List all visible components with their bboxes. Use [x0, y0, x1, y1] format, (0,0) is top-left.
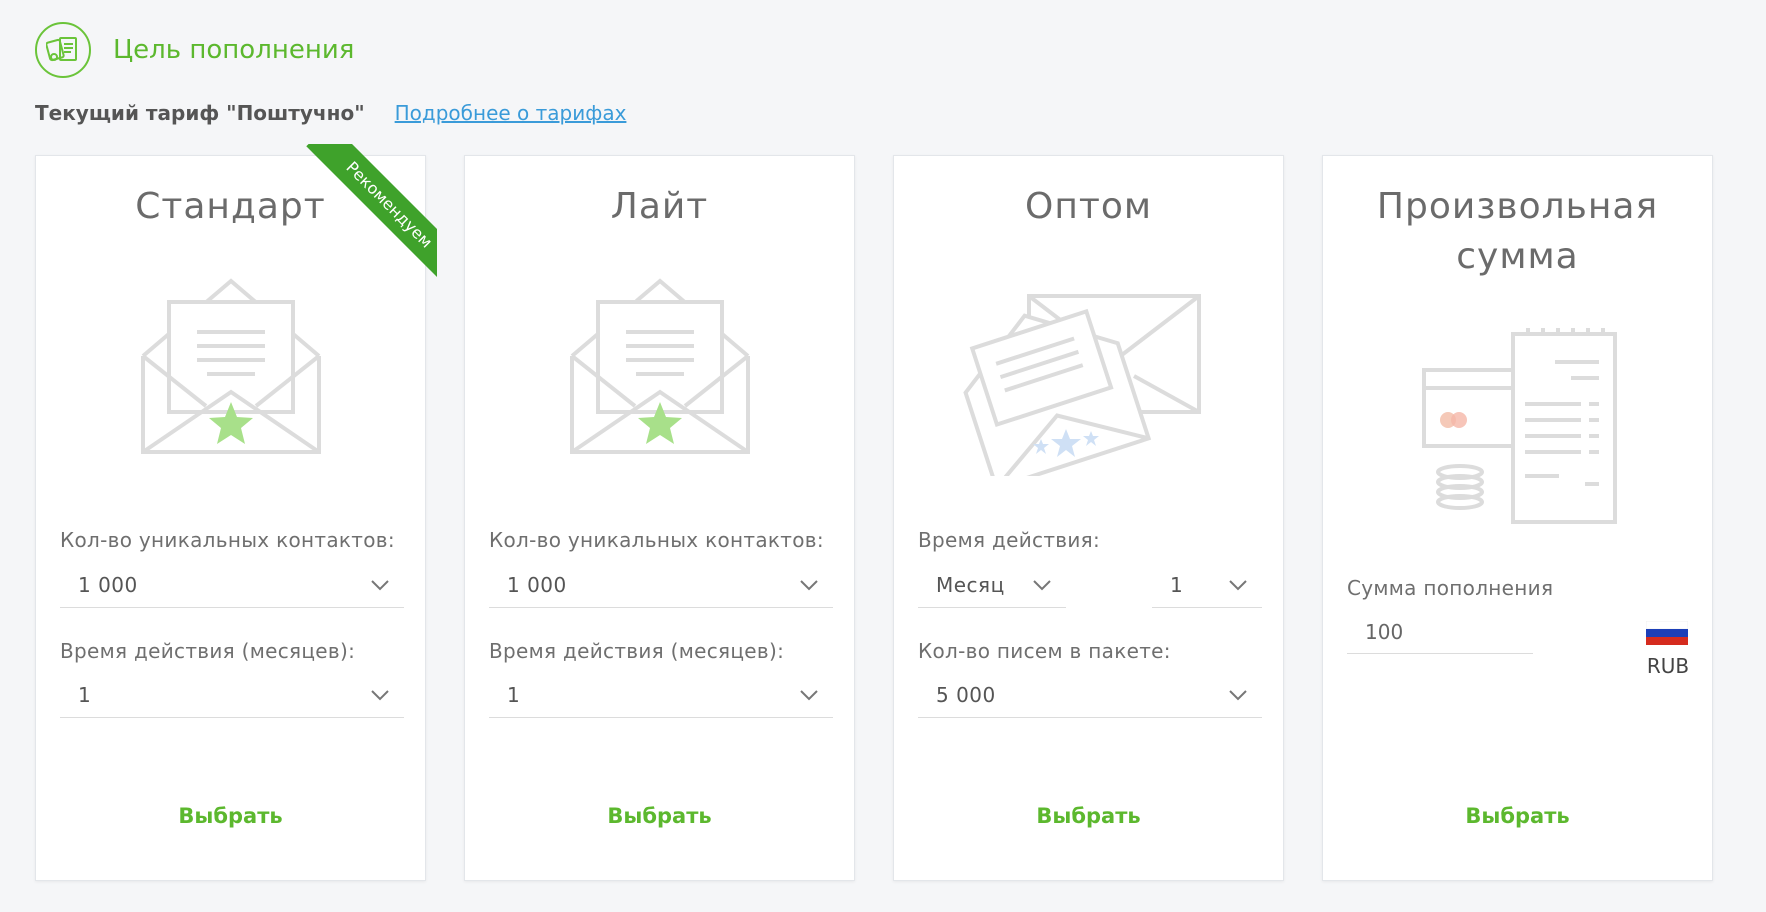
package-size-label: Кол-во писем в пакете:: [918, 639, 1171, 663]
package-size-value: 5 000: [936, 682, 996, 707]
card-receipt-coins-icon: [1323, 326, 1712, 530]
duration-value: 1: [78, 682, 92, 707]
chevron-down-icon: [800, 689, 818, 700]
wallet-receipt-icon: [35, 22, 91, 78]
choose-button[interactable]: Выбрать: [894, 803, 1283, 829]
contacts-count-select[interactable]: 1 000: [489, 562, 833, 608]
envelopes-stars-icon: [894, 276, 1283, 491]
contacts-count-select[interactable]: 1 000: [60, 562, 404, 608]
duration-select[interactable]: 1: [489, 672, 833, 718]
card-title-line1: Произвольная: [1376, 186, 1659, 227]
duration-label: Время действия (месяцев):: [60, 639, 356, 663]
amount-input[interactable]: [1347, 610, 1533, 654]
choose-button[interactable]: Выбрать: [36, 803, 425, 829]
chevron-down-icon: [800, 579, 818, 590]
period-unit-select[interactable]: Месяц: [918, 562, 1066, 608]
chevron-down-icon: [371, 579, 389, 590]
currency-label: RUB: [1646, 654, 1690, 678]
tariff-info: Текущий тариф "Поштучно" Подробнее о тар…: [35, 101, 626, 125]
duration-label: Время действия (месяцев):: [489, 639, 785, 663]
tariffs-details-link[interactable]: Подробнее о тарифах: [395, 101, 627, 125]
chevron-down-icon: [371, 689, 389, 700]
period-unit-value: Месяц: [936, 572, 1005, 597]
contacts-count-value: 1 000: [507, 572, 567, 597]
period-count-value: 1: [1170, 572, 1184, 597]
contacts-count-label: Кол-во уникальных контактов:: [60, 528, 395, 552]
recommended-badge: Рекомендуем: [297, 144, 437, 284]
page-title: Цель пополнения: [113, 35, 355, 65]
tariff-card-custom-amount: Произвольная сумма Сумма пополнения 100 …: [1322, 155, 1713, 881]
duration-select[interactable]: 1: [60, 672, 404, 718]
envelope-star-icon: [36, 276, 425, 480]
contacts-count-label: Кол-во уникальных контактов:: [489, 528, 824, 552]
chevron-down-icon: [1033, 579, 1051, 590]
card-title: Произвольная сумма: [1323, 182, 1712, 282]
amount-label: Сумма пополнения: [1347, 576, 1554, 600]
card-title-line2: сумма: [1456, 236, 1579, 277]
period-count-select[interactable]: 1: [1152, 562, 1262, 608]
envelope-star-icon: [465, 276, 854, 480]
contacts-count-value: 1 000: [78, 572, 138, 597]
choose-button[interactable]: Выбрать: [465, 803, 854, 829]
tariff-card-standard: Стандарт Рекомендуем Кол-во уникальных к…: [35, 144, 437, 881]
card-title: Лайт: [610, 186, 709, 227]
chevron-down-icon: [1229, 579, 1247, 590]
tariff-card-wholesale: Оптом Время действия: Месяц 1 Кол-во пис…: [893, 155, 1284, 881]
recommended-badge-label: Рекомендуем: [306, 144, 437, 284]
page-header: Цель пополнения: [35, 22, 354, 78]
period-label: Время действия:: [918, 528, 1101, 552]
package-size-select[interactable]: 5 000: [918, 672, 1262, 718]
choose-button[interactable]: Выбрать: [1323, 803, 1712, 829]
duration-value: 1: [507, 682, 521, 707]
chevron-down-icon: [1229, 689, 1247, 700]
tariff-card-light: Лайт Кол-во уникальных контактов: 1 000 …: [464, 155, 855, 881]
current-tariff-label: Текущий тариф "Поштучно": [35, 101, 365, 125]
russia-flag-icon: [1646, 621, 1688, 645]
card-title: Оптом: [1024, 186, 1153, 227]
